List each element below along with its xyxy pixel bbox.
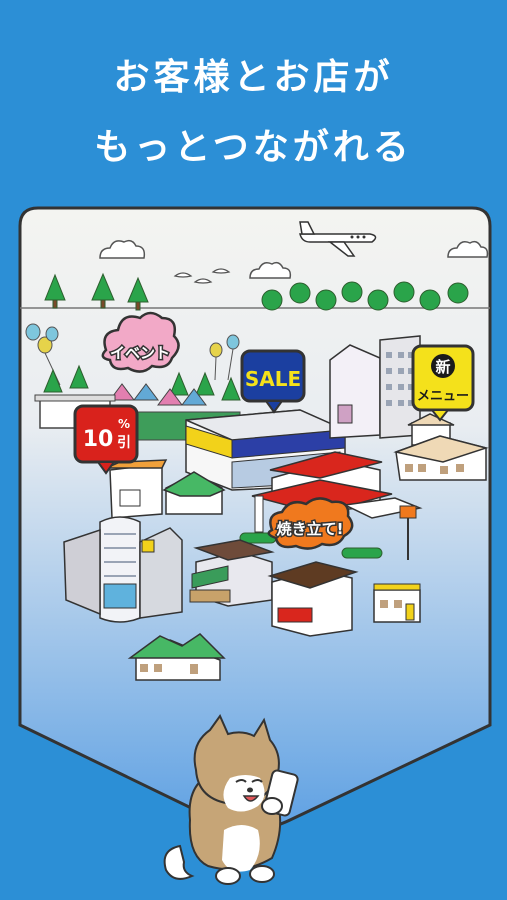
new-tag-bottom: メニュー [417,389,469,404]
discount-value: 10 [83,427,114,452]
sale-tag-text: SALE [245,367,301,391]
market-building [189,539,275,607]
town-illustration: イベント SALE 10 % 引 新 メニュー 焼き立て! [18,206,492,885]
discount-tag: 10 % 引 [73,404,139,475]
bakery-building [267,561,359,637]
new-tag-top: 新 [435,358,450,376]
small-house [105,459,168,519]
baked-tag-text: 焼き立て! [277,520,344,538]
discount-unit: % [118,417,130,431]
discount-suffix: 引 [117,435,131,451]
event-tag-text: イベント [110,344,170,362]
white-house [373,583,421,623]
new-menu-tag: 新 メニュー [411,344,475,422]
